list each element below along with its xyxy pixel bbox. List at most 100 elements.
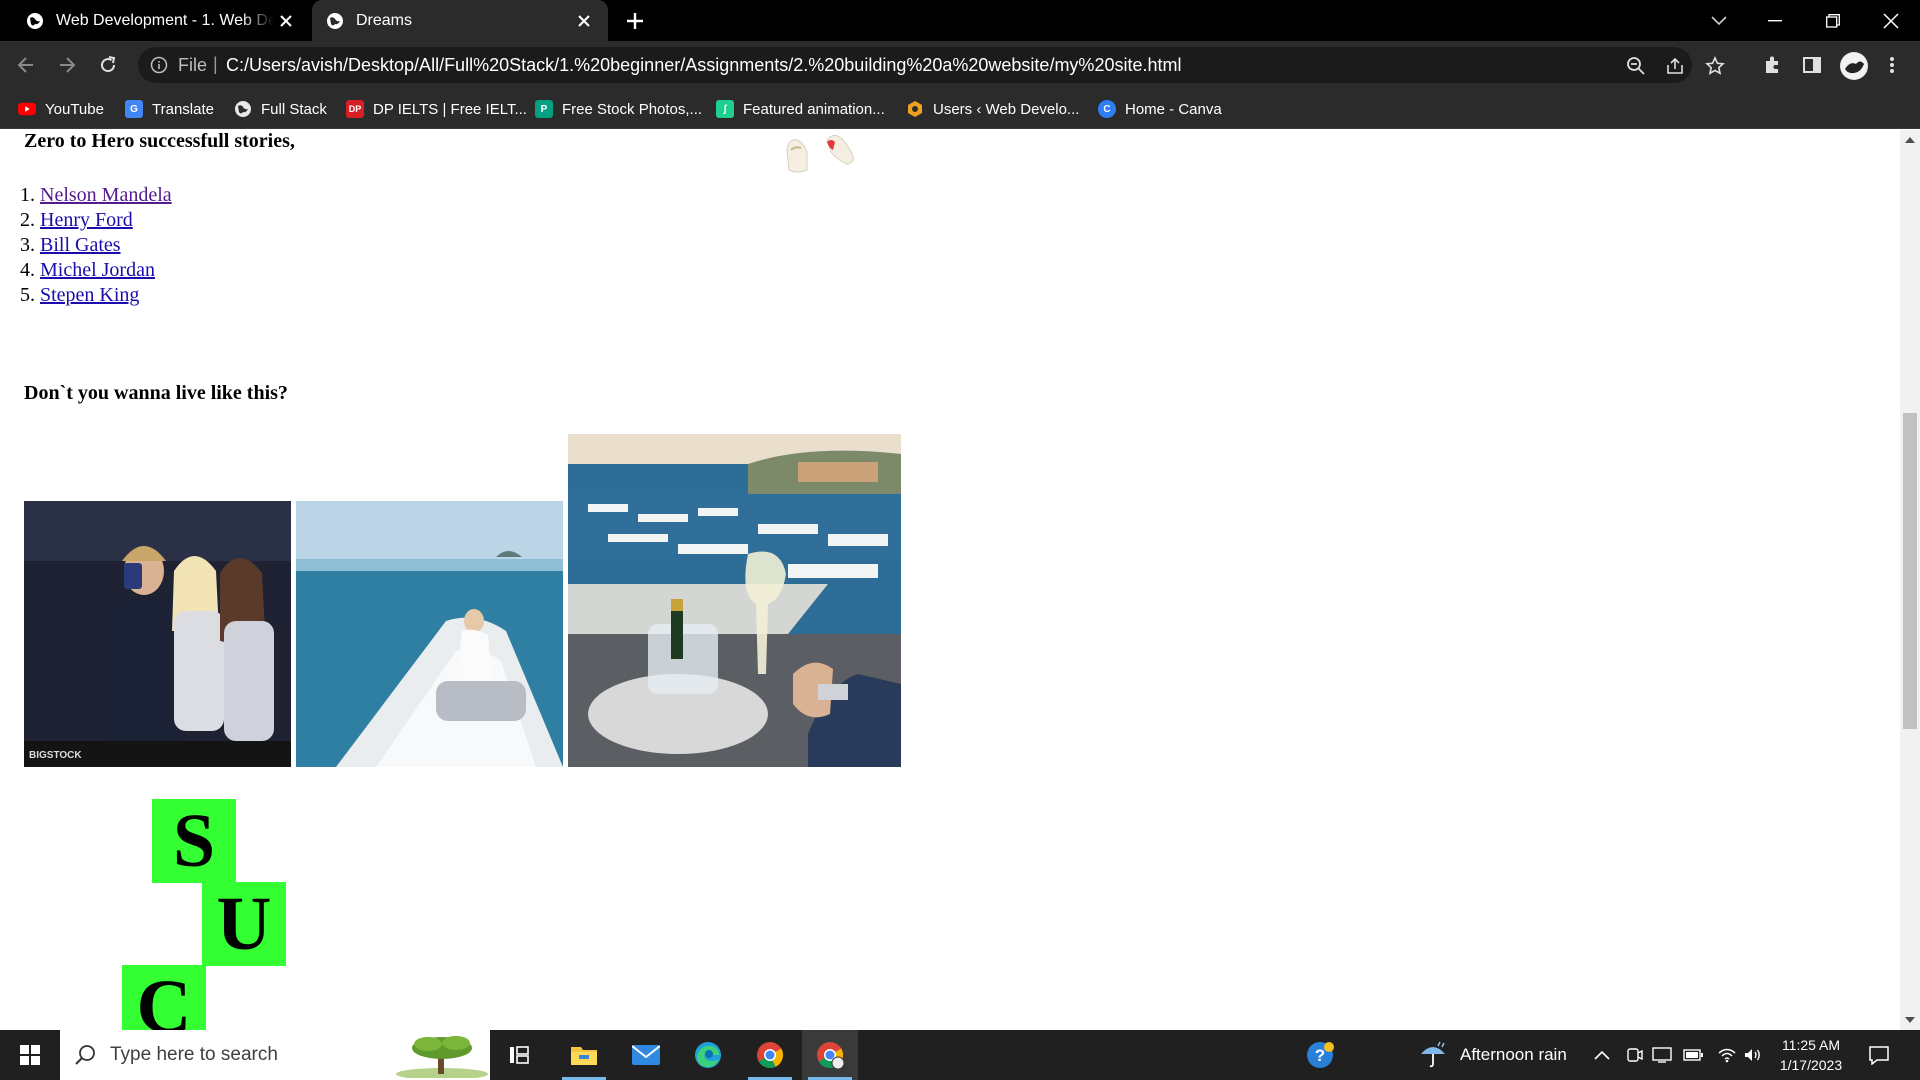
bookmark-dp-ielts[interactable]: DP DP IELTS | Free IELT... bbox=[346, 98, 527, 120]
bookmark-label: DP IELTS | Free IELT... bbox=[373, 100, 527, 118]
side-panel-icon[interactable] bbox=[1800, 53, 1824, 77]
share-icon[interactable] bbox=[1664, 55, 1686, 77]
canva-icon: C bbox=[1098, 100, 1116, 118]
volume-icon[interactable] bbox=[1743, 1030, 1763, 1080]
show-hidden-icons-chevron-icon[interactable] bbox=[1594, 1030, 1610, 1080]
stories-heading: Zero to Hero successfull stories, bbox=[24, 130, 295, 152]
project-display-icon[interactable] bbox=[1652, 1030, 1672, 1080]
windows-start-button[interactable] bbox=[0, 1030, 60, 1080]
edge-button[interactable] bbox=[680, 1030, 736, 1080]
battery-icon[interactable] bbox=[1683, 1030, 1703, 1080]
forward-button[interactable] bbox=[53, 51, 81, 79]
weather-text: Afternoon rain bbox=[1460, 1045, 1567, 1064]
bookmark-featured-animation[interactable]: ʃ Featured animation... bbox=[716, 98, 885, 120]
close-window-button[interactable] bbox=[1864, 0, 1918, 41]
yacht-sea-photo bbox=[296, 501, 563, 767]
link-bill-gates[interactable]: Bill Gates bbox=[40, 233, 121, 258]
profile-avatar[interactable] bbox=[1840, 52, 1868, 80]
bookmark-youtube[interactable]: YouTube bbox=[18, 98, 104, 120]
wordpress-hex-icon bbox=[906, 100, 924, 118]
close-tab-icon[interactable] bbox=[574, 11, 594, 31]
new-tab-button[interactable] bbox=[622, 9, 648, 33]
bookmark-label: Featured animation... bbox=[743, 100, 885, 118]
page-scrollbar[interactable] bbox=[1900, 130, 1920, 1030]
list-item: 5. Stepen King bbox=[20, 283, 140, 308]
globe-icon bbox=[326, 12, 344, 30]
notifications-icon[interactable] bbox=[1868, 1030, 1890, 1080]
bookmark-star-icon[interactable] bbox=[1704, 55, 1726, 77]
weather-widget[interactable]: Afternoon rain bbox=[1418, 1030, 1567, 1080]
taskbar-search-box[interactable]: Type here to search bbox=[60, 1030, 490, 1080]
link-stepen-king[interactable]: Stepen King bbox=[40, 283, 139, 308]
scrollbar-thumb[interactable] bbox=[1903, 413, 1917, 729]
zoom-icon[interactable] bbox=[1625, 55, 1647, 77]
windows-taskbar: Type here to search ? Afternoon rain 11:… bbox=[0, 1030, 1920, 1080]
close-tab-icon[interactable] bbox=[276, 11, 296, 31]
bookmark-label: YouTube bbox=[45, 100, 104, 118]
link-nelson-mandela[interactable]: Nelson Mandela bbox=[40, 183, 172, 208]
back-button[interactable] bbox=[12, 51, 40, 79]
bookmark-full-stack[interactable]: Full Stack bbox=[234, 98, 327, 120]
link-michel-jordan[interactable]: Michel Jordan bbox=[40, 258, 155, 283]
extensions-icon[interactable] bbox=[1760, 53, 1784, 77]
animation-icon: ʃ bbox=[716, 100, 734, 118]
search-icon bbox=[75, 1045, 95, 1065]
mail-button[interactable] bbox=[618, 1030, 674, 1080]
scheme-label: File bbox=[178, 55, 208, 75]
page-viewport: Zero to Hero successfull stories, 1. Nels… bbox=[0, 130, 1900, 1030]
reload-button[interactable] bbox=[94, 51, 122, 79]
bookmark-translate[interactable]: G Translate bbox=[125, 98, 214, 120]
translate-icon: G bbox=[125, 100, 143, 118]
globe-icon bbox=[234, 100, 252, 118]
letter-tile-u: U bbox=[202, 882, 286, 966]
chrome-button[interactable] bbox=[742, 1030, 798, 1080]
bookmark-free-stock-photos[interactable]: P Free Stock Photos,... bbox=[535, 98, 702, 120]
url-text[interactable]: C:/Users/avish/Desktop/All/Full%20Stack/… bbox=[226, 55, 1181, 76]
list-item: 3. Bill Gates bbox=[20, 233, 121, 258]
address-separator: | bbox=[213, 54, 218, 74]
tab-dreams[interactable]: Dreams bbox=[312, 0, 608, 41]
harbour-champagne-photo bbox=[568, 434, 901, 767]
bookmark-label: Users ‹ Web Develo... bbox=[933, 100, 1080, 118]
lifestyle-heading: Don`t you wanna live like this? bbox=[24, 382, 288, 404]
tab-strip: Web Development - 1. Web Desi Dreams bbox=[0, 0, 1920, 41]
menu-icon[interactable] bbox=[1880, 53, 1904, 77]
limousine-party-photo: BIGSTOCK bbox=[24, 501, 291, 767]
tab-web-development[interactable]: Web Development - 1. Web Desi bbox=[14, 0, 310, 41]
scroll-up-arrow-icon[interactable] bbox=[1900, 132, 1920, 148]
list-item: 4. Michel Jordan bbox=[20, 258, 155, 283]
list-item: 1. Nelson Mandela bbox=[20, 183, 172, 208]
info-icon[interactable] bbox=[150, 56, 168, 74]
shoes-image bbox=[786, 134, 854, 173]
file-explorer-button[interactable] bbox=[556, 1030, 612, 1080]
chrome-icon bbox=[757, 1042, 784, 1069]
tab-title: Web Development - 1. Web Desi bbox=[56, 11, 274, 29]
chrome-active-window-button[interactable] bbox=[802, 1030, 858, 1080]
bookmark-home-canva[interactable]: C Home - Canva bbox=[1098, 98, 1222, 120]
meet-now-icon[interactable] bbox=[1626, 1030, 1644, 1080]
wifi-icon[interactable] bbox=[1717, 1030, 1737, 1080]
system-clock[interactable]: 11:25 AM 1/17/2023 bbox=[1770, 1035, 1852, 1075]
clock-date: 1/17/2023 bbox=[1779, 1057, 1843, 1073]
bookmark-users-web-develo[interactable]: Users ‹ Web Develo... bbox=[906, 98, 1079, 120]
restore-button[interactable] bbox=[1806, 0, 1860, 41]
folder-icon bbox=[571, 1047, 597, 1065]
dp-ielts-icon: DP bbox=[346, 100, 364, 118]
task-view-button[interactable] bbox=[491, 1030, 547, 1080]
address-bar[interactable]: File | C:/Users/avish/Desktop/All/Full%2… bbox=[138, 47, 1725, 83]
bookmark-label: Translate bbox=[152, 100, 214, 118]
letter-tile-s: S bbox=[152, 799, 236, 883]
globe-icon bbox=[26, 12, 44, 30]
stories-list: 1. Nelson Mandela 2. Henry Ford 3. Bill Gat… bbox=[20, 183, 172, 308]
svg-text:?: ? bbox=[1315, 1046, 1325, 1065]
letter-tile-c: C bbox=[122, 965, 206, 1030]
tab-search-icon[interactable] bbox=[1692, 0, 1746, 41]
minimize-button[interactable] bbox=[1748, 0, 1802, 41]
scroll-down-arrow-icon[interactable] bbox=[1900, 1012, 1920, 1028]
help-icon[interactable]: ? bbox=[1305, 1030, 1335, 1080]
link-henry-ford[interactable]: Henry Ford bbox=[40, 208, 133, 233]
windows-logo-icon bbox=[20, 1045, 40, 1065]
tree-landscape-icon bbox=[396, 1036, 488, 1078]
list-item: 2. Henry Ford bbox=[20, 208, 133, 233]
browser-toolbar: File | C:/Users/avish/Desktop/All/Full%2… bbox=[0, 41, 1920, 89]
